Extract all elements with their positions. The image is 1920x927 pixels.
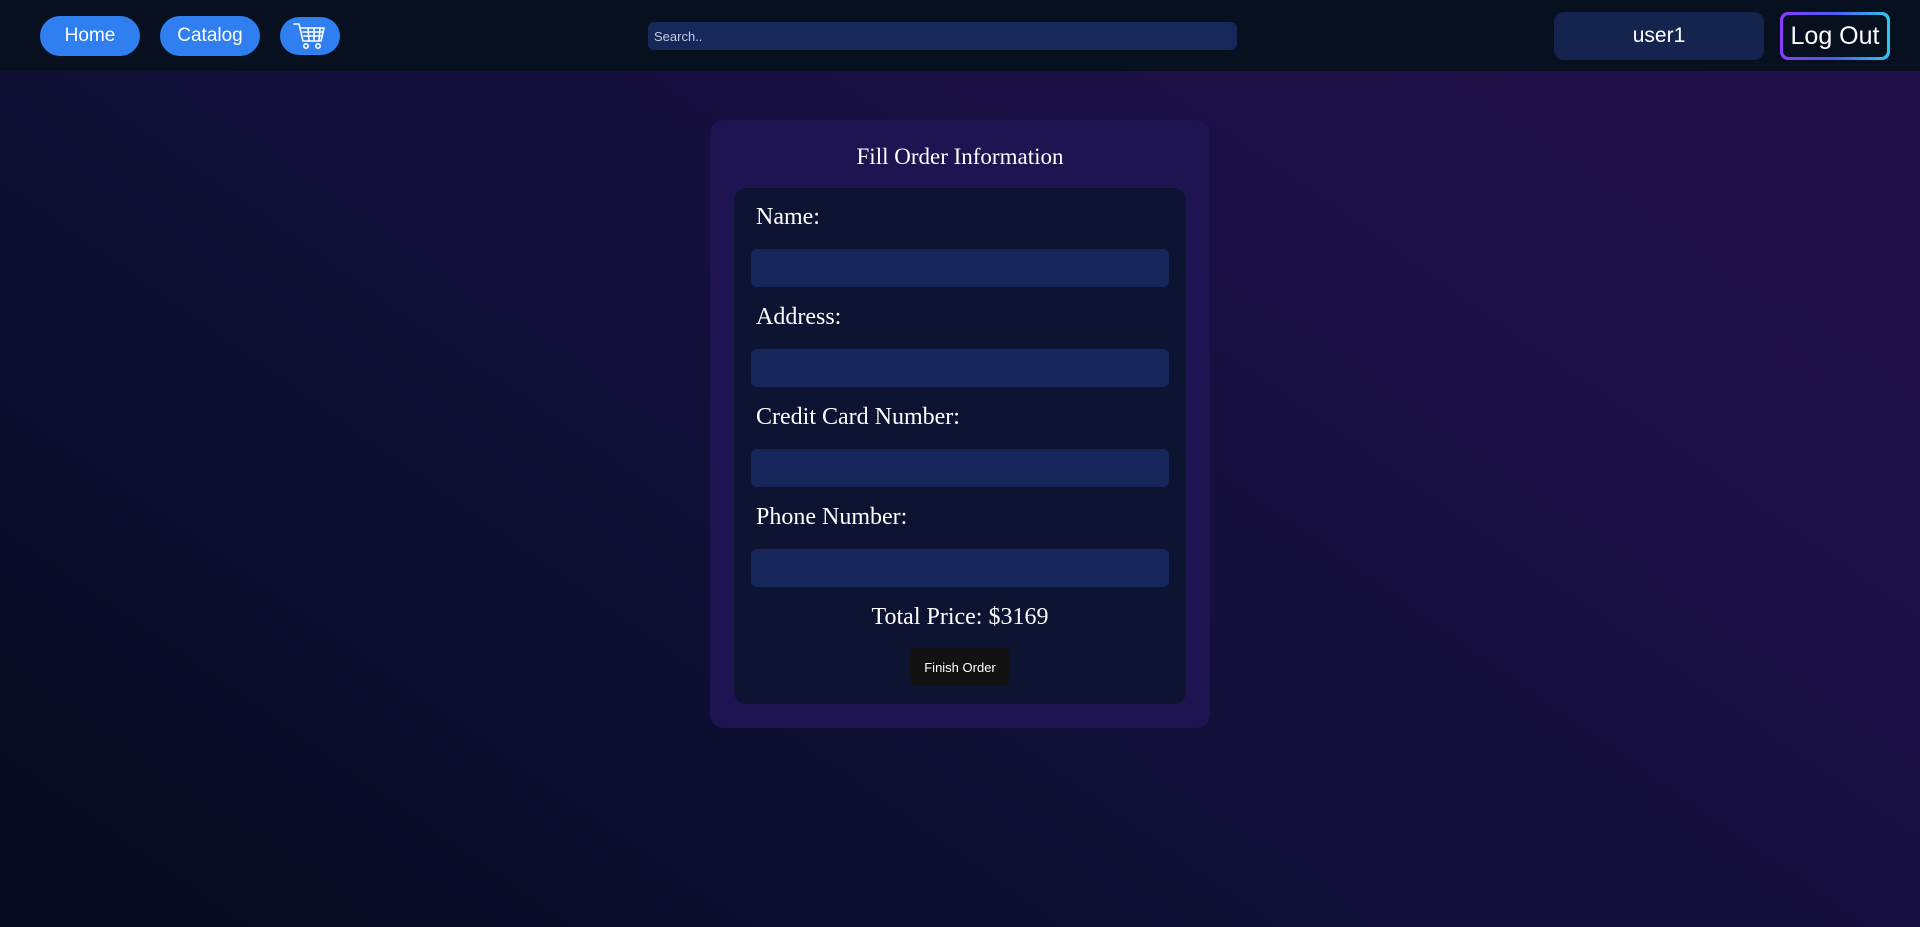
shopping-cart-icon	[293, 23, 325, 49]
name-input[interactable]	[751, 249, 1169, 287]
logout-button-label: Log Out	[1783, 15, 1887, 57]
top-navbar: Home Catalog user1 Log Out	[0, 0, 1920, 71]
order-form-title: Fill Order Information	[856, 144, 1064, 169]
catalog-button[interactable]: Catalog	[160, 16, 260, 56]
finish-order-button[interactable]: Finish Order	[910, 648, 1010, 686]
credit-card-label: Credit Card Number:	[756, 404, 960, 430]
phone-number-label: Phone Number:	[756, 504, 908, 530]
username-display: user1	[1554, 12, 1764, 60]
name-label: Name:	[756, 204, 820, 230]
address-input[interactable]	[751, 349, 1169, 387]
total-price: Total Price: $3169	[871, 604, 1049, 630]
cart-button[interactable]	[280, 17, 340, 55]
phone-number-input[interactable]	[751, 549, 1169, 587]
order-card: Fill Order Information Name: Address: Cr…	[710, 120, 1210, 728]
logout-button[interactable]: Log Out	[1780, 12, 1890, 60]
search-input[interactable]	[648, 22, 1237, 50]
home-button[interactable]: Home	[40, 16, 140, 56]
address-label: Address:	[756, 304, 842, 330]
credit-card-input[interactable]	[751, 449, 1169, 487]
order-form-panel: Name: Address: Credit Card Number: Phone…	[734, 188, 1186, 704]
